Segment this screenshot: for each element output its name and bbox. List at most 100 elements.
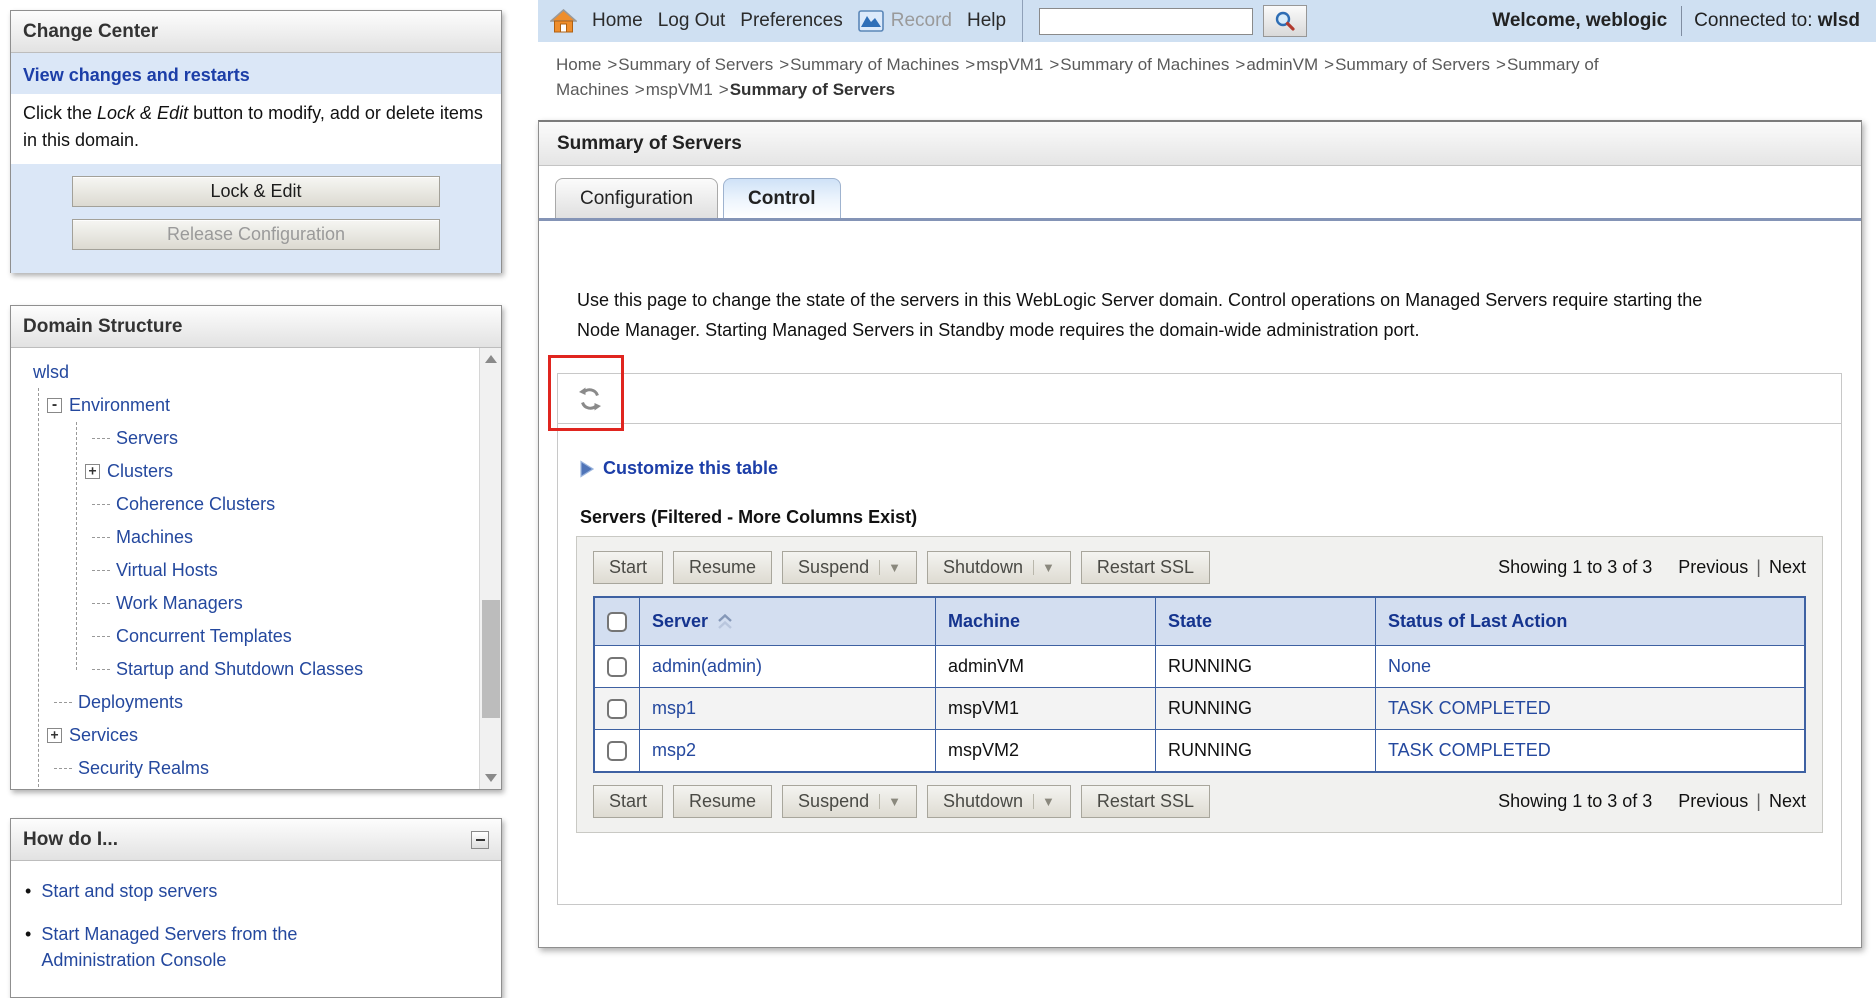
tree-item-services[interactable]: +Services bbox=[27, 719, 501, 752]
home-icon[interactable] bbox=[550, 9, 577, 34]
breadcrumb-link[interactable]: Summary of Machines bbox=[1060, 55, 1229, 74]
breadcrumb-link[interactable]: Home bbox=[556, 55, 601, 74]
column-server[interactable]: Server bbox=[652, 611, 708, 632]
refresh-icon[interactable] bbox=[576, 385, 604, 413]
tab-control[interactable]: Control bbox=[723, 178, 841, 218]
server-link[interactable]: msp2 bbox=[652, 740, 696, 760]
view-changes-link[interactable]: View changes and restarts bbox=[23, 65, 250, 85]
tree-item-security-realms[interactable]: Security Realms bbox=[27, 752, 501, 785]
status-link[interactable]: TASK COMPLETED bbox=[1388, 740, 1551, 760]
expand-toggle-icon[interactable]: + bbox=[85, 464, 100, 479]
collapse-toggle-icon[interactable]: - bbox=[47, 398, 62, 413]
table-toolbar-bottom: Start Resume Suspend▼ Shutdown▼ Restart … bbox=[593, 785, 1806, 818]
previous-link[interactable]: Previous bbox=[1678, 557, 1748, 578]
suspend-button[interactable]: Suspend▼ bbox=[782, 551, 917, 584]
status-link[interactable]: TASK COMPLETED bbox=[1388, 698, 1551, 718]
nav-home-link[interactable]: Home bbox=[592, 10, 643, 32]
tree-item-wlsd[interactable]: wlsd bbox=[27, 356, 501, 389]
nav-logout-link[interactable]: Log Out bbox=[658, 10, 726, 32]
table-header-row: Server Machine State Status of Last Acti… bbox=[594, 597, 1805, 646]
restart-ssl-button[interactable]: Restart SSL bbox=[1081, 785, 1210, 818]
shutdown-button[interactable]: Shutdown▼ bbox=[927, 785, 1071, 818]
tree-item-concurrent-templates[interactable]: Concurrent Templates bbox=[27, 620, 501, 653]
console-top-bar: Home Log Out Preferences Record Help Wel… bbox=[538, 0, 1876, 42]
tab-bar: Configuration Control bbox=[539, 166, 1861, 221]
table-row: msp1 mspVM1 RUNNING TASK COMPLETED bbox=[594, 688, 1805, 730]
column-status-of-last-action[interactable]: Status of Last Action bbox=[1376, 597, 1806, 646]
release-configuration-button[interactable]: Release Configuration bbox=[72, 219, 440, 250]
row-checkbox[interactable] bbox=[607, 699, 627, 719]
previous-link[interactable]: Previous bbox=[1678, 791, 1748, 812]
tree-item-interoperability[interactable]: +Interoperability bbox=[27, 785, 501, 789]
server-control-form: Customize this table Servers (Filtered -… bbox=[557, 373, 1842, 905]
server-link[interactable]: admin(admin) bbox=[652, 656, 762, 676]
breadcrumb-link[interactable]: adminVM bbox=[1246, 55, 1318, 74]
breadcrumb-link[interactable]: mspVM1 bbox=[976, 55, 1043, 74]
tab-configuration[interactable]: Configuration bbox=[555, 178, 718, 218]
customize-table-row: Customize this table bbox=[580, 458, 1841, 479]
sort-ascending-icon[interactable] bbox=[716, 614, 734, 630]
expand-toggle-icon[interactable]: + bbox=[47, 728, 62, 743]
state-cell: RUNNING bbox=[1156, 646, 1376, 688]
domain-name: wlsd bbox=[1818, 10, 1860, 31]
connected-to-text: Connected to: wlsd bbox=[1694, 10, 1860, 32]
refresh-bar bbox=[558, 374, 1841, 424]
domain-structure-header: Domain Structure bbox=[11, 306, 501, 348]
nav-help-link[interactable]: Help bbox=[967, 10, 1006, 32]
tree-item-environment[interactable]: -Environment bbox=[27, 389, 501, 422]
nav-preferences-link[interactable]: Preferences bbox=[740, 10, 842, 32]
scroll-up-arrow[interactable] bbox=[480, 350, 501, 368]
tree-item-machines[interactable]: Machines bbox=[27, 521, 501, 554]
summary-of-servers-panel: Summary of Servers Configuration Control… bbox=[538, 120, 1862, 948]
suspend-button[interactable]: Suspend▼ bbox=[782, 785, 917, 818]
column-machine[interactable]: Machine bbox=[936, 597, 1156, 646]
breadcrumb-link[interactable]: Summary of Machines bbox=[790, 55, 959, 74]
resume-button[interactable]: Resume bbox=[673, 551, 772, 584]
start-button[interactable]: Start bbox=[593, 785, 663, 818]
tree-item-work-managers[interactable]: Work Managers bbox=[27, 587, 501, 620]
customize-this-table-link[interactable]: Customize this table bbox=[603, 458, 778, 479]
server-link[interactable]: msp1 bbox=[652, 698, 696, 718]
row-checkbox[interactable] bbox=[607, 657, 627, 677]
next-link[interactable]: Next bbox=[1769, 557, 1806, 578]
tree-item-servers[interactable]: Servers bbox=[27, 422, 501, 455]
scrollbar-thumb[interactable] bbox=[482, 600, 500, 718]
record-label: Record bbox=[891, 10, 952, 32]
lock-and-edit-button[interactable]: Lock & Edit bbox=[72, 176, 440, 207]
change-center-body: View changes and restarts Click the Lock… bbox=[11, 53, 501, 273]
resume-button[interactable]: Resume bbox=[673, 785, 772, 818]
column-state[interactable]: State bbox=[1156, 597, 1376, 646]
state-cell: RUNNING bbox=[1156, 688, 1376, 730]
start-button[interactable]: Start bbox=[593, 551, 663, 584]
state-cell: RUNNING bbox=[1156, 730, 1376, 773]
shutdown-button[interactable]: Shutdown▼ bbox=[927, 551, 1071, 584]
machine-cell: adminVM bbox=[936, 646, 1156, 688]
breadcrumb-link[interactable]: mspVM1 bbox=[646, 80, 713, 99]
dropdown-caret-icon: ▼ bbox=[879, 560, 901, 575]
scroll-down-arrow[interactable] bbox=[480, 769, 501, 787]
tree-item-virtual-hosts[interactable]: Virtual Hosts bbox=[27, 554, 501, 587]
machine-cell: mspVM1 bbox=[936, 688, 1156, 730]
tree-scrollbar[interactable] bbox=[479, 348, 501, 789]
select-all-checkbox[interactable] bbox=[607, 612, 627, 632]
tree-item-deployments[interactable]: Deployments bbox=[27, 686, 501, 719]
disclosure-triangle-icon[interactable] bbox=[580, 460, 594, 478]
restart-ssl-button[interactable]: Restart SSL bbox=[1081, 551, 1210, 584]
row-checkbox[interactable] bbox=[607, 741, 627, 761]
status-link[interactable]: None bbox=[1388, 656, 1431, 676]
how-do-i-header: How do I... bbox=[11, 819, 501, 861]
search-input[interactable] bbox=[1039, 8, 1253, 35]
start-stop-servers-link[interactable]: Start and stop servers bbox=[41, 878, 217, 904]
search-button[interactable] bbox=[1263, 5, 1307, 37]
list-item: •Start and stop servers bbox=[25, 878, 501, 904]
tree-item-startup-shutdown-classes[interactable]: Startup and Shutdown Classes bbox=[27, 653, 501, 686]
table-row: msp2 mspVM2 RUNNING TASK COMPLETED bbox=[594, 730, 1805, 773]
breadcrumb-link[interactable]: Summary of Servers bbox=[618, 55, 773, 74]
next-link[interactable]: Next bbox=[1769, 791, 1806, 812]
start-managed-servers-link[interactable]: Start Managed Servers from the Administr… bbox=[41, 921, 361, 973]
tree-item-clusters[interactable]: +Clusters bbox=[27, 455, 501, 488]
breadcrumb-link[interactable]: Summary of Servers bbox=[1335, 55, 1490, 74]
collapse-panel-button[interactable] bbox=[471, 831, 489, 849]
tree-item-coherence-clusters[interactable]: Coherence Clusters bbox=[27, 488, 501, 521]
machine-cell: mspVM2 bbox=[936, 730, 1156, 773]
